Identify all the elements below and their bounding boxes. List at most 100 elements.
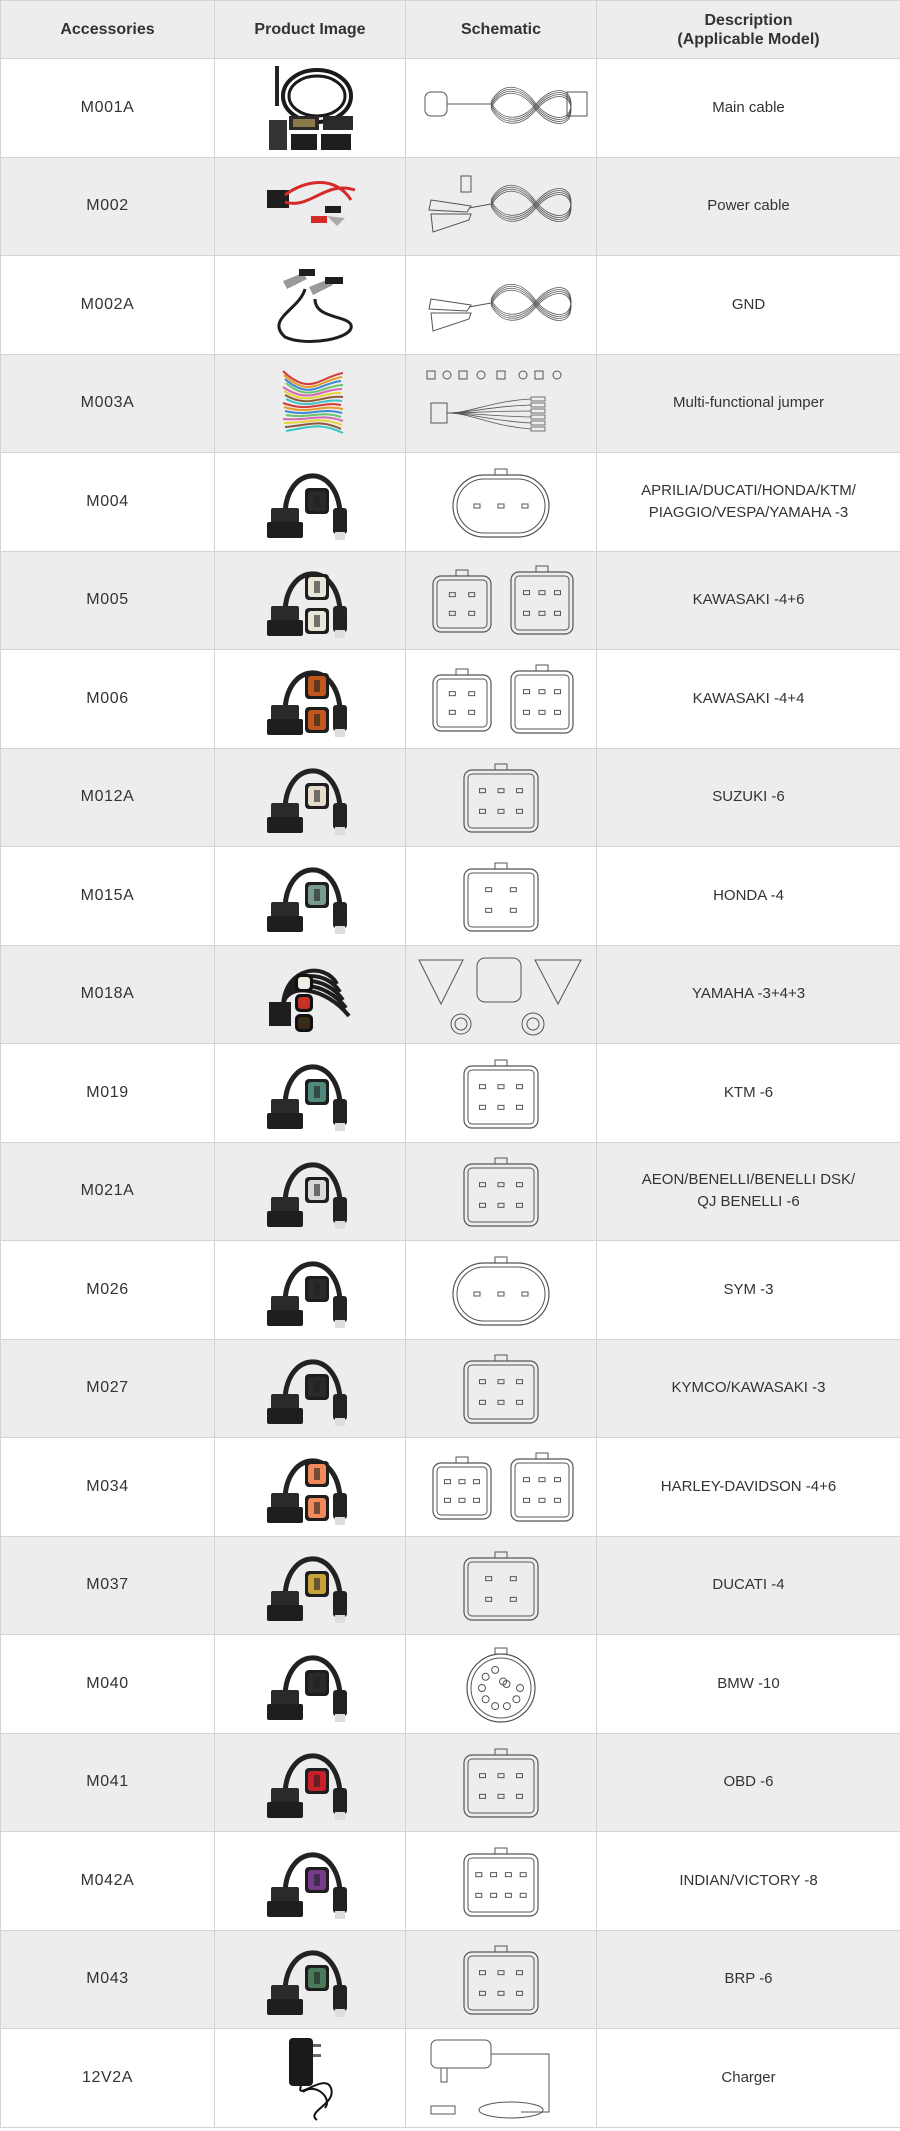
- m004-connector-schematic: [452, 468, 550, 538]
- schematic-cell: [405, 255, 597, 355]
- description-cell: APRILIA/DUCATI/HONDA/KTM/PIAGGIO/VESPA/Y…: [596, 452, 900, 552]
- m041-connector-schematic: [463, 1748, 539, 1818]
- description-line1: YAMAHA -3+4+3: [691, 985, 806, 1003]
- m040-connector-schematic: [466, 1647, 536, 1723]
- accessory-code: M003A: [0, 353, 215, 453]
- product-image-cell: [214, 156, 406, 256]
- m019-adapter-photo: [267, 1064, 347, 1131]
- product-image-cell: [214, 747, 406, 847]
- accessory-code: 12V2A: [0, 2028, 215, 2128]
- description-cell: Main cable: [596, 58, 900, 158]
- description-line1: BMW -10: [717, 1674, 780, 1692]
- table-row: M004 APRILIA/DUCATI/HONDA/KTM/PIAGGIO/VES…: [0, 452, 900, 552]
- schematic-cell: [405, 649, 597, 749]
- description-cell: Power cable: [596, 156, 900, 256]
- m040-adapter-photo: [267, 1655, 347, 1722]
- accessory-code: M037: [0, 1535, 215, 1635]
- table-row: M018A YAMAHA -3+4+3: [0, 944, 900, 1044]
- schematic-cell: [405, 1929, 597, 2029]
- m004-adapter-photo: [267, 473, 347, 540]
- description-line1: SUZUKI -6: [712, 788, 785, 806]
- accessory-code: M021A: [0, 1141, 215, 1241]
- table-row: M042A INDIAN/VICTORY -8: [0, 1831, 900, 1931]
- table-row: M002A GND: [0, 255, 900, 355]
- description-cell: YAMAHA -3+4+3: [596, 944, 900, 1044]
- description-line2: PIAGGIO/VESPA/YAMAHA -3: [648, 503, 849, 521]
- description-line1: KAWASAKI -4+4: [692, 689, 805, 707]
- table-header-row: Accessories Product Image Schematic Desc…: [0, 0, 900, 59]
- m018a-adapter-photo: [269, 969, 351, 1033]
- product-image-cell: [214, 452, 406, 552]
- m034-adapter-photo: [267, 1458, 347, 1525]
- product-image-cell: [214, 1338, 406, 1438]
- schematic-cell: [405, 1043, 597, 1143]
- header-schematic: Schematic: [405, 0, 597, 59]
- accessory-code: M043: [0, 1929, 215, 2029]
- table-row: M001A Main cable: [0, 58, 900, 158]
- description-cell: GND: [596, 255, 900, 355]
- description-cell: BMW -10: [596, 1634, 900, 1734]
- description-line1: INDIAN/VICTORY -8: [679, 1871, 818, 1889]
- table-row: M040 BMW -10: [0, 1634, 900, 1734]
- accessory-code: M034: [0, 1437, 215, 1537]
- product-image-cell: [214, 1732, 406, 1832]
- m037-adapter-photo: [267, 1556, 347, 1624]
- description-cell: HONDA -4: [596, 846, 900, 946]
- description-cell: Charger: [596, 2028, 900, 2128]
- power-cable-schematic: [428, 175, 572, 233]
- m015a-connector-schematic: [463, 862, 539, 932]
- m043-adapter-photo: [267, 1950, 347, 2018]
- table-row: M019 KTM -6: [0, 1043, 900, 1143]
- header-description-line2: (Applicable Model): [677, 30, 820, 48]
- description-line1: Power cable: [707, 197, 790, 215]
- description-cell: Multi-functional jumper: [596, 353, 900, 453]
- description-line1: OBD -6: [723, 1773, 774, 1791]
- charger-photo: [289, 2037, 333, 2121]
- description-cell: HARLEY-DAVIDSON -4+6: [596, 1437, 900, 1537]
- accessory-code: M026: [0, 1240, 215, 1340]
- description-cell: SUZUKI -6: [596, 747, 900, 847]
- description-line1: KTM -6: [723, 1083, 774, 1101]
- description-cell: KYMCO/KAWASAKI -3: [596, 1338, 900, 1438]
- m021a-connector-schematic: [463, 1157, 539, 1227]
- m019-connector-schematic: [463, 1059, 539, 1129]
- product-image-cell: [214, 550, 406, 650]
- description-line1: DUCATI -4: [712, 1576, 785, 1594]
- description-line1: KAWASAKI -4+6: [692, 591, 805, 609]
- table-row: M002 Power cable: [0, 156, 900, 256]
- m012a-adapter-photo: [267, 768, 347, 836]
- schematic-cell: [405, 944, 597, 1044]
- description-line1: Multi-functional jumper: [673, 394, 824, 412]
- schematic-cell: [405, 747, 597, 847]
- table-row: M026 SYM -3: [0, 1240, 900, 1340]
- charger-schematic: [430, 2039, 550, 2119]
- product-image-cell: [214, 1437, 406, 1537]
- accessory-code: M015A: [0, 846, 215, 946]
- schematic-cell: [405, 550, 597, 650]
- header-description: Description (Applicable Model): [596, 0, 900, 59]
- schematic-cell: [405, 1437, 597, 1537]
- schematic-cell: [405, 1338, 597, 1438]
- description-line1: GND: [731, 295, 766, 313]
- description-line1: Main cable: [712, 98, 785, 116]
- description-line1: KYMCO/KAWASAKI -3: [671, 1379, 826, 1397]
- description-cell: DUCATI -4: [596, 1535, 900, 1635]
- m027-adapter-photo: [267, 1359, 347, 1427]
- m021a-adapter-photo: [267, 1162, 347, 1230]
- description-line1: BRP -6: [724, 1970, 773, 1988]
- schematic-cell: [405, 353, 597, 453]
- accessory-code: M001A: [0, 58, 215, 158]
- table-row: M012A SUZUKI -6: [0, 747, 900, 847]
- m018a-connector-schematic: [418, 957, 582, 1036]
- description-line1: HONDA -4: [713, 886, 784, 904]
- schematic-cell: [405, 1240, 597, 1340]
- accessory-code: M018A: [0, 944, 215, 1044]
- product-image-cell: [214, 1141, 406, 1241]
- m005-adapter-photo: [267, 571, 347, 639]
- gnd-cable-schematic: [428, 283, 572, 332]
- m037-connector-schematic: [463, 1551, 539, 1621]
- m043-connector-schematic: [463, 1945, 539, 2015]
- main-cable-photo: [269, 65, 353, 150]
- jumper-photo: [282, 370, 344, 435]
- description-cell: KAWASAKI -4+6: [596, 550, 900, 650]
